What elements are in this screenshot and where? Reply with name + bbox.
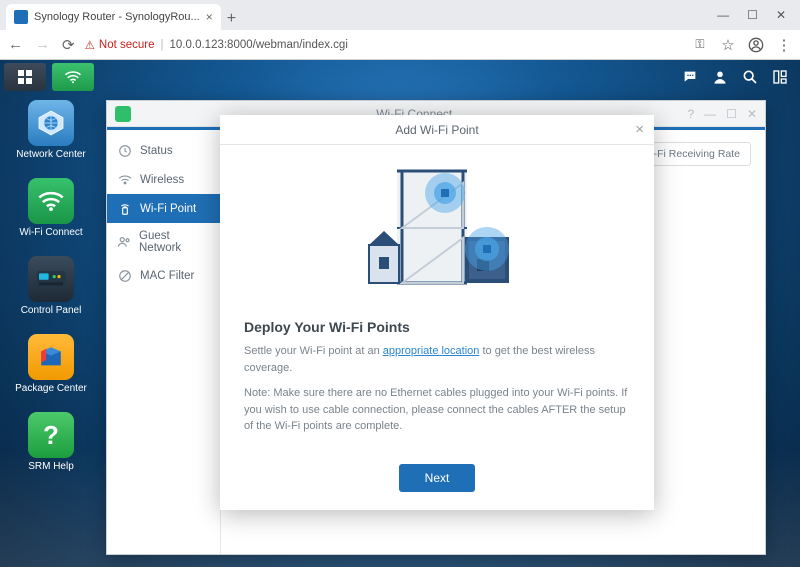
sidenav-wifi-point[interactable]: Wi-Fi Point (107, 194, 220, 223)
divider: | (161, 39, 164, 51)
dialog-footer: Next (220, 450, 654, 510)
srm-desktop: Network Center Wi-Fi Connect Control Pan… (0, 60, 800, 567)
clock-icon (117, 143, 132, 158)
label: Wi-Fi Receiving Rate (641, 148, 740, 160)
wifi-icon (117, 172, 132, 187)
profile-icon[interactable] (748, 37, 764, 53)
browser-toolbar: ← → ⟳ ⚠ Not secure | 10.0.0.123:8000/web… (0, 30, 800, 60)
key-icon[interactable]: ⚿ (692, 37, 708, 52)
side-nav: Status Wireless Wi-Fi Point Guest Networ… (107, 130, 221, 554)
wifi-point-icon (117, 201, 132, 216)
sidenav-mac-filter[interactable]: MAC Filter (107, 261, 220, 290)
dialog-line1: Settle your Wi-Fi point at an appropriat… (244, 343, 630, 376)
label: Package Center (15, 383, 87, 394)
close-icon[interactable]: × (635, 121, 644, 138)
browser-tab[interactable]: Synology Router - SynologyRou... × (6, 4, 221, 30)
apps-button[interactable] (4, 63, 46, 91)
synology-favicon (14, 10, 28, 24)
minimize-icon[interactable]: — (717, 8, 729, 22)
tab-title: Synology Router - SynologyRou... (34, 11, 200, 23)
add-wifi-point-dialog: Add Wi-Fi Point × (220, 115, 654, 510)
taskbar-right (682, 69, 796, 85)
filter-icon (117, 268, 132, 283)
dialog-header: Add Wi-Fi Point × (220, 115, 654, 145)
label: SRM Help (28, 461, 74, 472)
close-tab-icon[interactable]: × (206, 10, 213, 24)
desktop-control-panel[interactable]: Control Panel (12, 256, 90, 316)
window-controls: — ☐ ✕ (709, 4, 794, 30)
menu-icon[interactable]: ⋮ (776, 36, 792, 54)
chat-icon[interactable] (682, 69, 698, 85)
user-icon[interactable] (712, 69, 728, 85)
guest-icon (117, 235, 131, 250)
reload-icon[interactable]: ⟳ (62, 36, 75, 54)
label: Wi-Fi Connect (19, 227, 82, 238)
help-icon[interactable]: ? (687, 107, 694, 121)
browser-tab-strip: Synology Router - SynologyRou... × + — ☐… (0, 0, 800, 30)
warning-icon: ⚠ (85, 38, 95, 52)
sidenav-guest-network[interactable]: Guest Network (107, 223, 220, 261)
label: Network Center (16, 149, 85, 160)
search-icon[interactable] (742, 69, 758, 85)
address-bar[interactable]: ⚠ Not secure | 10.0.0.123:8000/webman/in… (85, 38, 682, 52)
not-secure-badge[interactable]: ⚠ Not secure (85, 38, 155, 52)
desktop-network-center[interactable]: Network Center (12, 100, 90, 160)
maximize-icon[interactable]: ☐ (747, 8, 758, 22)
minimize-icon[interactable]: — (704, 107, 716, 121)
url-text: 10.0.0.123:8000/webman/index.cgi (170, 39, 348, 51)
dialog-note: Note: Make sure there are no Ethernet ca… (244, 385, 630, 435)
sidenav-status[interactable]: Status (107, 136, 220, 165)
sidenav-wireless[interactable]: Wireless (107, 165, 220, 194)
new-tab-button[interactable]: + (221, 10, 241, 30)
not-secure-text: Not secure (99, 39, 155, 51)
label: Control Panel (21, 305, 82, 316)
srm-taskbar (0, 60, 800, 94)
bookmark-star-icon[interactable]: ☆ (720, 36, 736, 54)
label: Status (140, 145, 173, 157)
desktop-wifi-connect[interactable]: Wi-Fi Connect (12, 178, 90, 238)
close-window-icon[interactable]: ✕ (776, 8, 786, 22)
close-icon[interactable]: ✕ (747, 107, 757, 121)
text: Settle your Wi-Fi point at an (244, 345, 383, 357)
app-icon (115, 106, 131, 122)
package-center-icon (37, 343, 65, 371)
toolbar-right: ⚿ ☆ ⋮ (692, 36, 792, 54)
browser-window: Synology Router - SynologyRou... × + — ☐… (0, 0, 800, 567)
back-icon[interactable]: ← (8, 36, 23, 54)
wifi-icon (64, 70, 82, 84)
appropriate-location-link[interactable]: appropriate location (383, 345, 480, 357)
desktop-package-center[interactable]: Package Center (12, 334, 90, 394)
desktop-srm-help[interactable]: ? SRM Help (12, 412, 90, 472)
taskbar-wifi-connect[interactable] (52, 63, 94, 91)
label: MAC Filter (140, 270, 194, 282)
label: Guest Network (139, 230, 210, 254)
dialog-title: Add Wi-Fi Point (395, 123, 478, 137)
desktop-icons: Network Center Wi-Fi Connect Control Pan… (12, 100, 90, 472)
forward-icon[interactable]: → (35, 36, 50, 54)
label: Wi-Fi Point (140, 203, 196, 215)
widgets-icon[interactable] (772, 69, 788, 85)
label: Wireless (140, 174, 184, 186)
nav-buttons: ← → ⟳ (8, 36, 75, 54)
dialog-body: Deploy Your Wi-Fi Points Settle your Wi-… (220, 315, 654, 444)
network-center-icon (36, 108, 66, 138)
wifi-icon (37, 190, 65, 212)
next-button[interactable]: Next (399, 464, 476, 492)
dialog-heading: Deploy Your Wi-Fi Points (244, 319, 630, 335)
dialog-illustration (220, 145, 654, 315)
maximize-icon[interactable]: ☐ (726, 107, 737, 121)
control-panel-icon (35, 267, 67, 291)
